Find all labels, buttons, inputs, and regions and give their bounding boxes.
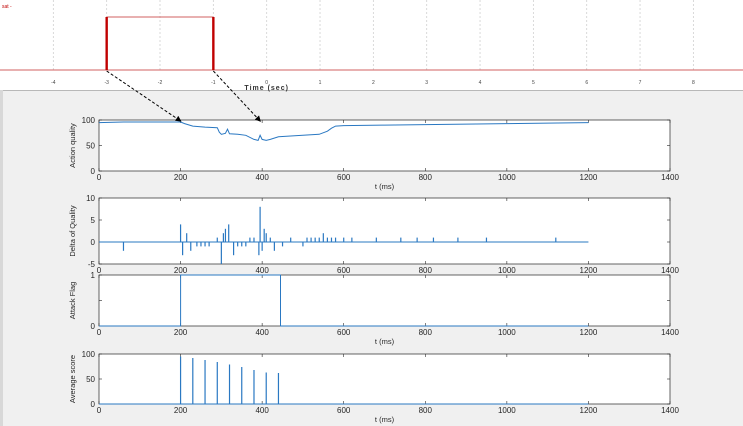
y-tick-label: 0	[91, 322, 96, 331]
y-tick-label: 100	[82, 350, 96, 359]
y-tick-label: 50	[86, 142, 95, 151]
top-tick-label: -4	[51, 80, 56, 86]
top-tick-label: 4	[479, 80, 482, 86]
x-tick-label: 200	[174, 328, 188, 337]
top-xlabel: Time (sec)	[244, 85, 289, 92]
x-tick-label: 1200	[580, 328, 598, 337]
x-axis-label: t (ms)	[375, 337, 395, 346]
top-tick-label: 3	[425, 80, 428, 86]
x-tick-label: 200	[174, 266, 188, 275]
x-tick-label: 1400	[661, 328, 679, 337]
x-tick-label: 800	[419, 266, 433, 275]
x-tick-label: 1200	[580, 173, 598, 182]
y-tick-label: 10	[86, 194, 95, 203]
x-tick-label: 400	[255, 266, 269, 275]
y-axis-label: Action quality	[68, 123, 77, 168]
top-tick-label: 6	[585, 80, 588, 86]
connector-arrow-2	[212, 70, 261, 122]
y-tick-label: 1	[91, 271, 96, 280]
x-tick-label: 1000	[498, 328, 516, 337]
x-tick-label: 0	[97, 406, 102, 415]
x-tick-label: 400	[255, 406, 269, 415]
x-tick-label: 1200	[580, 406, 598, 415]
y-tick-label: 0	[91, 167, 96, 176]
y-axis-label: Average score	[68, 355, 77, 403]
top-tick-label: -3	[104, 80, 109, 86]
top-tick-label: 5	[532, 80, 535, 86]
plot-area	[98, 197, 671, 265]
x-tick-label: 600	[337, 266, 351, 275]
x-tick-label: 800	[419, 406, 433, 415]
y-tick-label: 0	[91, 400, 96, 409]
x-tick-label: 1000	[498, 406, 516, 415]
subplots: 0 200 400 600 800 1000 1200 1400050100t (ms)Act…	[68, 116, 679, 424]
y-tick-label: 50	[86, 375, 95, 384]
annotation-arrows	[106, 70, 261, 122]
plot-area	[98, 353, 671, 405]
subplot-4: 0 200 400 600 800 1000 1200 1400 0 50 100 t (ms) Ave…	[68, 350, 679, 424]
top-timeline: sat --4-3-2-10123456789Time (sec)	[0, 0, 743, 92]
x-tick-label: 1000	[498, 173, 516, 182]
x-tick-label: 600	[337, 406, 351, 415]
x-tick-label: 600	[337, 328, 351, 337]
subplot-1: 0 200 400 600 800 1000 1200 1400 0 50 100 t (ms) Act…	[68, 116, 679, 191]
x-tick-label: 0	[97, 328, 102, 337]
top-tick-label: -1	[211, 80, 216, 86]
x-tick-label: 1400	[661, 173, 679, 182]
x-tick-label: 200	[174, 173, 188, 182]
y-tick-label: 0	[91, 238, 96, 247]
x-tick-label: 800	[419, 173, 433, 182]
x-tick-label: 1000	[498, 266, 516, 275]
y-tick-label: 5	[91, 216, 96, 225]
x-axis-label: t (ms)	[375, 415, 395, 424]
top-tick-label: 8	[692, 80, 695, 86]
top-tick-label: 2	[372, 80, 375, 86]
x-tick-label: 1200	[580, 266, 598, 275]
connector-arrow-1	[106, 70, 182, 122]
top-corner-label: sat -	[2, 4, 12, 10]
main-figure: sat --4-3-2-10123456789Time (sec) 020040…	[0, 0, 743, 424]
plot-area	[98, 274, 671, 327]
x-axis-label: t (ms)	[375, 182, 395, 191]
x-tick-label: 0	[97, 173, 102, 182]
y-axis-label: Attack Flag	[68, 282, 77, 320]
top-tick-label: 7	[639, 80, 642, 86]
y-axis-label: Delta of Quality	[68, 205, 77, 257]
x-tick-label: 1400	[661, 406, 679, 415]
plot-area	[98, 119, 671, 172]
x-tick-label: 400	[255, 328, 269, 337]
x-tick-label: 800	[419, 328, 433, 337]
x-tick-label: 200	[174, 406, 188, 415]
y-tick-label: 100	[82, 116, 96, 125]
y-tick-label: -5	[88, 260, 96, 269]
x-tick-label: 1400	[661, 266, 679, 275]
subplot-2: 0200400600800100012001400-50510t (ms)Del…	[68, 194, 679, 284]
x-tick-label: 400	[255, 173, 269, 182]
x-tick-label: 600	[337, 173, 351, 182]
subplot-3: 0 200 400 600 800 1000 1200 1400 0 1 t (ms) Attack …	[68, 271, 679, 346]
top-tick-label: -2	[158, 80, 163, 86]
x-tick-label: 0	[97, 266, 102, 275]
top-tick-label: 1	[319, 80, 322, 86]
